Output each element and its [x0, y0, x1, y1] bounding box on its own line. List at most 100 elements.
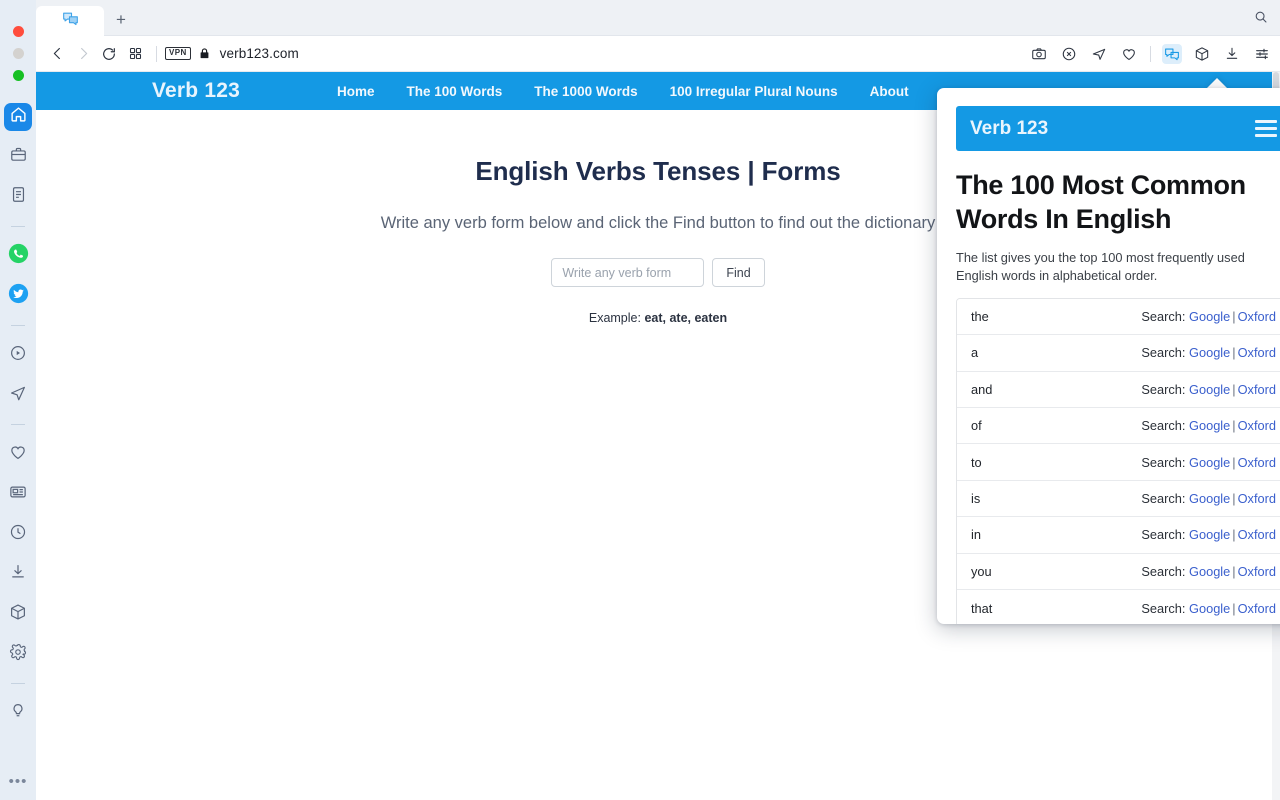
verb-form-input[interactable]	[551, 258, 705, 287]
list-item[interactable]: in Search: Google | Oxford	[957, 517, 1280, 554]
dock-item-whatsapp[interactable]	[4, 242, 32, 270]
list-item[interactable]: and Search: Google | Oxford	[957, 371, 1280, 409]
dock-item-notes[interactable]	[4, 183, 32, 211]
back-button[interactable]	[44, 41, 70, 67]
oxford-search-link[interactable]: Oxford	[1238, 601, 1276, 616]
list-item[interactable]: to Search: Google | Oxford	[957, 444, 1280, 481]
nav-link-about[interactable]: About	[870, 84, 909, 99]
app-root: ••• + VPN verb123.com Verb 123 Home The …	[0, 0, 1280, 800]
google-search-link[interactable]: Google	[1189, 527, 1230, 542]
oxford-search-link[interactable]: Oxford	[1238, 455, 1276, 470]
grid-view-button[interactable]	[122, 41, 148, 67]
bulb-icon	[9, 702, 27, 725]
list-item[interactable]: the Search: Google | Oxford	[957, 298, 1280, 336]
dock-item-downloads[interactable]	[4, 560, 32, 588]
list-item[interactable]: of Search: Google | Oxford	[957, 408, 1280, 445]
browser-search-button[interactable]	[1250, 9, 1272, 29]
document-icon	[10, 186, 27, 208]
site-brand[interactable]: Verb 123	[152, 79, 240, 103]
search-label: Search:	[1141, 381, 1186, 397]
word-label: is	[971, 491, 981, 507]
chevron-left-icon	[53, 47, 60, 60]
heart-icon[interactable]	[1119, 44, 1139, 64]
nav-link-irregular-plural-nouns[interactable]: 100 Irregular Plural Nouns	[670, 84, 838, 99]
browser-window: + VPN verb123.com Verb 123 Home The 100 …	[36, 0, 1280, 800]
dock-item-history[interactable]	[4, 520, 32, 548]
dock-item-tips[interactable]	[4, 699, 32, 727]
window-traffic-lights	[12, 26, 24, 81]
send-icon[interactable]	[1089, 44, 1109, 64]
nav-link-the-100-words[interactable]: The 100 Words	[407, 84, 503, 99]
forward-button[interactable]	[70, 41, 96, 67]
google-search-link[interactable]: Google	[1189, 382, 1230, 397]
nav-link-the-1000-words[interactable]: The 1000 Words	[534, 84, 637, 99]
toolbar-actions	[1029, 36, 1272, 72]
dock-item-send[interactable]	[4, 381, 32, 409]
dock-item-work[interactable]	[4, 143, 32, 171]
shield-x-icon[interactable]	[1059, 44, 1079, 64]
search-links: Search: Google | Oxford	[1141, 309, 1276, 324]
popup-header: Verb 123	[956, 106, 1280, 151]
dock-item-news[interactable]	[4, 480, 32, 508]
oxford-search-link[interactable]: Oxford	[1238, 418, 1276, 433]
list-item[interactable]: a Search: Google | Oxford	[957, 335, 1280, 372]
link-separator: |	[1232, 345, 1236, 361]
lock-icon	[200, 48, 209, 59]
camera-icon[interactable]	[1029, 44, 1049, 64]
nav-link-home[interactable]: Home	[337, 84, 375, 99]
oxford-search-link[interactable]: Oxford	[1238, 527, 1276, 542]
close-window-button[interactable]	[12, 26, 24, 37]
dock-item-twitter[interactable]	[4, 282, 32, 310]
search-links: Search: Google | Oxford	[1141, 601, 1276, 616]
dock-item-video[interactable]	[4, 341, 32, 369]
download-icon[interactable]	[1222, 44, 1242, 64]
oxford-search-link[interactable]: Oxford	[1238, 564, 1276, 579]
translate-extension-icon[interactable]	[1162, 44, 1182, 64]
search-label: Search:	[1141, 418, 1186, 434]
address-bar-url[interactable]: verb123.com	[220, 46, 299, 61]
search-links: Search: Google | Oxford	[1141, 527, 1276, 542]
vpn-badge[interactable]: VPN	[165, 47, 191, 60]
new-tab-button[interactable]: +	[108, 8, 134, 30]
browser-toolbar: VPN verb123.com	[36, 36, 1280, 72]
dock-item-extensions[interactable]	[4, 600, 32, 628]
oxford-search-link[interactable]: Oxford	[1238, 345, 1276, 360]
dock-item-favorites[interactable]	[4, 440, 32, 468]
dock-more-button[interactable]: •••	[0, 773, 36, 790]
word-label: of	[971, 418, 982, 434]
search-label: Search:	[1141, 600, 1186, 616]
google-search-link[interactable]: Google	[1189, 455, 1230, 470]
reload-button[interactable]	[96, 41, 122, 67]
translate-icon	[62, 11, 79, 31]
google-search-link[interactable]: Google	[1189, 418, 1230, 433]
briefcase-icon	[10, 146, 27, 168]
cube-icon[interactable]	[1192, 44, 1212, 64]
hamburger-menu-icon[interactable]	[1255, 120, 1277, 137]
site-security-button[interactable]	[198, 47, 211, 60]
dock-item-settings[interactable]	[4, 640, 32, 668]
maximize-window-button[interactable]	[12, 70, 24, 81]
list-item[interactable]: you Search: Google | Oxford	[957, 553, 1280, 590]
find-button[interactable]: Find	[712, 258, 765, 287]
ellipsis-icon: •••	[8, 773, 28, 790]
search-label: Search:	[1141, 563, 1186, 579]
browser-tab-verb123[interactable]	[36, 6, 104, 36]
popup-brand[interactable]: Verb 123	[970, 118, 1048, 140]
google-search-link[interactable]: Google	[1189, 309, 1230, 324]
oxford-search-link[interactable]: Oxford	[1238, 382, 1276, 397]
oxford-search-link[interactable]: Oxford	[1238, 491, 1276, 506]
link-separator: |	[1232, 454, 1236, 470]
sliders-icon[interactable]	[1252, 44, 1272, 64]
google-search-link[interactable]: Google	[1189, 564, 1230, 579]
list-item[interactable]: that Search: Google | Oxford	[957, 590, 1280, 624]
oxford-search-link[interactable]: Oxford	[1238, 309, 1276, 324]
search-label: Search:	[1141, 491, 1186, 507]
google-search-link[interactable]: Google	[1189, 345, 1230, 360]
dock-item-home[interactable]	[4, 103, 32, 131]
minimize-window-button[interactable]	[12, 48, 24, 59]
whatsapp-icon	[8, 243, 29, 269]
list-item[interactable]: is Search: Google | Oxford	[957, 480, 1280, 518]
google-search-link[interactable]: Google	[1189, 601, 1230, 616]
google-search-link[interactable]: Google	[1189, 491, 1230, 506]
search-links: Search: Google | Oxford	[1141, 455, 1276, 470]
